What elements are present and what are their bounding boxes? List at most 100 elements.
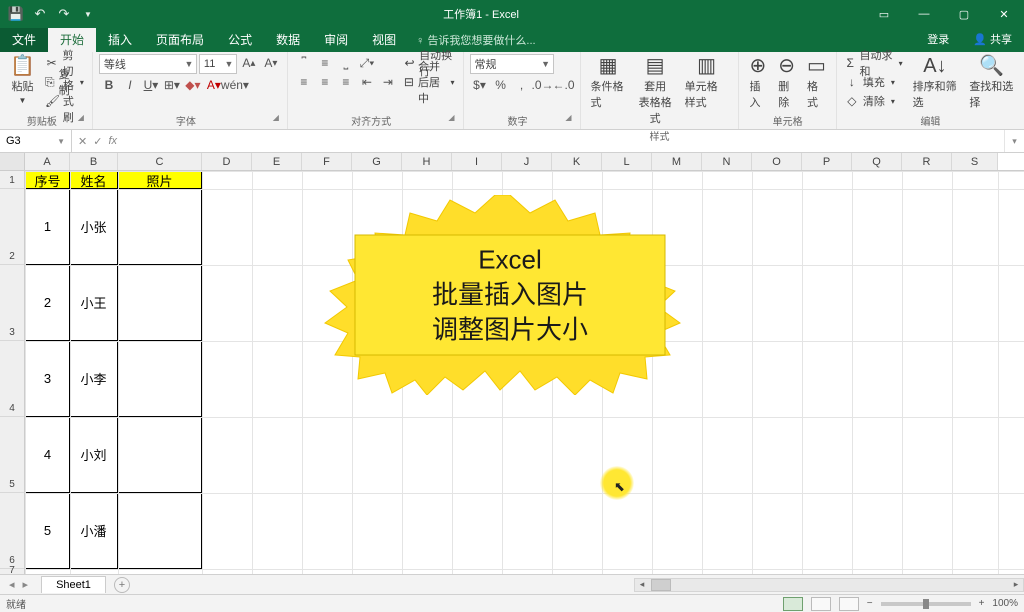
page-layout-view-button[interactable] [811, 597, 831, 611]
name-box[interactable]: G3▼ [0, 130, 72, 152]
expand-formula-icon[interactable]: ▾ [1004, 130, 1024, 152]
percent-icon[interactable]: % [491, 76, 511, 94]
bold-button[interactable]: B [99, 76, 119, 94]
row-header[interactable]: 5 [0, 417, 25, 493]
cell-b2[interactable]: 小张 [69, 188, 118, 265]
cell-c5[interactable] [117, 416, 202, 493]
row-header[interactable]: 3 [0, 265, 25, 341]
formula-bar[interactable] [123, 130, 1004, 152]
cell-styles-button[interactable]: ▥单元格样式 [681, 54, 733, 112]
col-header[interactable]: M [652, 153, 702, 170]
dialog-launcher-icon[interactable]: ◢ [78, 113, 86, 122]
row-header[interactable]: 2 [0, 189, 25, 265]
col-header[interactable]: S [952, 153, 998, 170]
underline-button[interactable]: U▾ [141, 76, 161, 94]
col-header[interactable]: O [752, 153, 802, 170]
indent-dec-icon[interactable]: ⇤ [357, 73, 377, 91]
cell-a1[interactable]: 序号 [25, 171, 70, 189]
zoom-in-button[interactable]: + [979, 598, 985, 609]
increase-font-icon[interactable]: A▴ [239, 54, 259, 72]
horizontal-scrollbar[interactable]: ◂▸ [634, 578, 1024, 592]
col-header[interactable]: D [202, 153, 252, 170]
currency-icon[interactable]: $▾ [470, 76, 490, 94]
save-icon[interactable]: 💾 [6, 4, 26, 24]
paste-button[interactable]: 📋粘贴▼ [6, 54, 39, 107]
col-header[interactable]: H [402, 153, 452, 170]
number-format-combo[interactable]: 常规▼ [470, 54, 554, 74]
cell-c2[interactable] [117, 188, 202, 265]
dialog-launcher-icon[interactable]: ◢ [273, 113, 281, 122]
row-header[interactable]: 4 [0, 341, 25, 417]
format-table-button[interactable]: ▤套用 表格格式 [634, 54, 677, 128]
tab-next-icon[interactable]: ▸ [20, 578, 32, 591]
cell-b1[interactable]: 姓名 [69, 171, 118, 189]
col-header[interactable]: L [602, 153, 652, 170]
italic-button[interactable]: I [120, 76, 140, 94]
tab-prev-icon[interactable]: ◂ [6, 578, 18, 591]
comma-icon[interactable]: , [512, 76, 532, 94]
tab-insert[interactable]: 插入 [96, 28, 144, 52]
scroll-right-icon[interactable]: ▸ [1009, 579, 1023, 590]
inc-decimal-icon[interactable]: .0→ [533, 76, 553, 94]
row-header[interactable]: 1 [0, 171, 25, 189]
col-header[interactable]: N [702, 153, 752, 170]
row-header[interactable]: 6 [0, 493, 25, 569]
cell-a4[interactable]: 3 [25, 340, 70, 417]
cell-b6[interactable]: 小潘 [69, 492, 118, 569]
add-sheet-button[interactable]: + [114, 577, 130, 593]
undo-icon[interactable]: ↶ [30, 4, 50, 24]
scroll-left-icon[interactable]: ◂ [635, 579, 649, 590]
cell-b3[interactable]: 小王 [69, 264, 118, 341]
page-break-view-button[interactable] [839, 597, 859, 611]
align-left-icon[interactable]: ≡ [294, 73, 314, 91]
tab-formulas[interactable]: 公式 [216, 28, 264, 52]
conditional-format-button[interactable]: ▦条件格式 [587, 54, 630, 112]
dialog-launcher-icon[interactable]: ◢ [565, 113, 573, 122]
find-select-button[interactable]: 🔍查找和选择 [965, 54, 1018, 112]
share-button[interactable]: 👤 共享 [961, 28, 1024, 52]
col-header[interactable]: E [252, 153, 302, 170]
tab-file[interactable]: 文件 [0, 28, 48, 52]
phonetic-button[interactable]: wén▾ [225, 76, 245, 94]
cell-b5[interactable]: 小刘 [69, 416, 118, 493]
align-center-icon[interactable]: ≡ [315, 73, 335, 91]
cell-a2[interactable]: 1 [25, 188, 70, 265]
indent-inc-icon[interactable]: ⇥ [378, 73, 398, 91]
zoom-out-button[interactable]: − [867, 598, 873, 609]
zoom-thumb[interactable] [923, 599, 929, 609]
normal-view-button[interactable] [783, 597, 803, 611]
col-header[interactable]: G [352, 153, 402, 170]
cell-c1[interactable]: 照片 [117, 171, 202, 189]
insert-cells-button[interactable]: ⊕插入 [745, 54, 770, 112]
fill-color-button[interactable]: ◆▾ [183, 76, 203, 94]
cell-a5[interactable]: 4 [25, 416, 70, 493]
zoom-level[interactable]: 100% [992, 598, 1018, 609]
fill-button[interactable]: ↓填充▾ [843, 73, 905, 91]
align-bottom-icon[interactable]: ⎵ [336, 54, 356, 72]
col-header[interactable]: A [25, 153, 70, 170]
merge-button[interactable]: ⊟合并后居中▾ [402, 73, 457, 91]
format-cells-button[interactable]: ▭格式 [803, 54, 830, 112]
decrease-font-icon[interactable]: A▾ [261, 54, 281, 72]
zoom-slider[interactable] [881, 602, 971, 606]
border-button[interactable]: ⊞▾ [162, 76, 182, 94]
qat-dropdown-icon[interactable]: ▼ [78, 4, 98, 24]
minimize-icon[interactable]: ― [904, 0, 944, 28]
col-header[interactable]: I [452, 153, 502, 170]
maximize-icon[interactable]: ▢ [944, 0, 984, 28]
font-size-combo[interactable]: 11▼ [199, 54, 237, 74]
tab-data[interactable]: 数据 [264, 28, 312, 52]
delete-cells-button[interactable]: ⊖删除 [774, 54, 799, 112]
dialog-launcher-icon[interactable]: ◢ [448, 113, 456, 122]
col-header[interactable]: C [118, 153, 202, 170]
col-header[interactable]: K [552, 153, 602, 170]
fx-icon[interactable]: fx [108, 135, 117, 147]
format-painter-button[interactable]: 🖌格式刷 [43, 92, 86, 110]
align-top-icon[interactable]: ⎴ [294, 54, 314, 72]
col-header[interactable]: Q [852, 153, 902, 170]
align-right-icon[interactable]: ≡ [336, 73, 356, 91]
select-all-corner[interactable] [0, 153, 25, 170]
autosum-button[interactable]: Σ自动求和▾ [843, 54, 905, 72]
tab-layout[interactable]: 页面布局 [144, 28, 216, 52]
col-header[interactable]: R [902, 153, 952, 170]
